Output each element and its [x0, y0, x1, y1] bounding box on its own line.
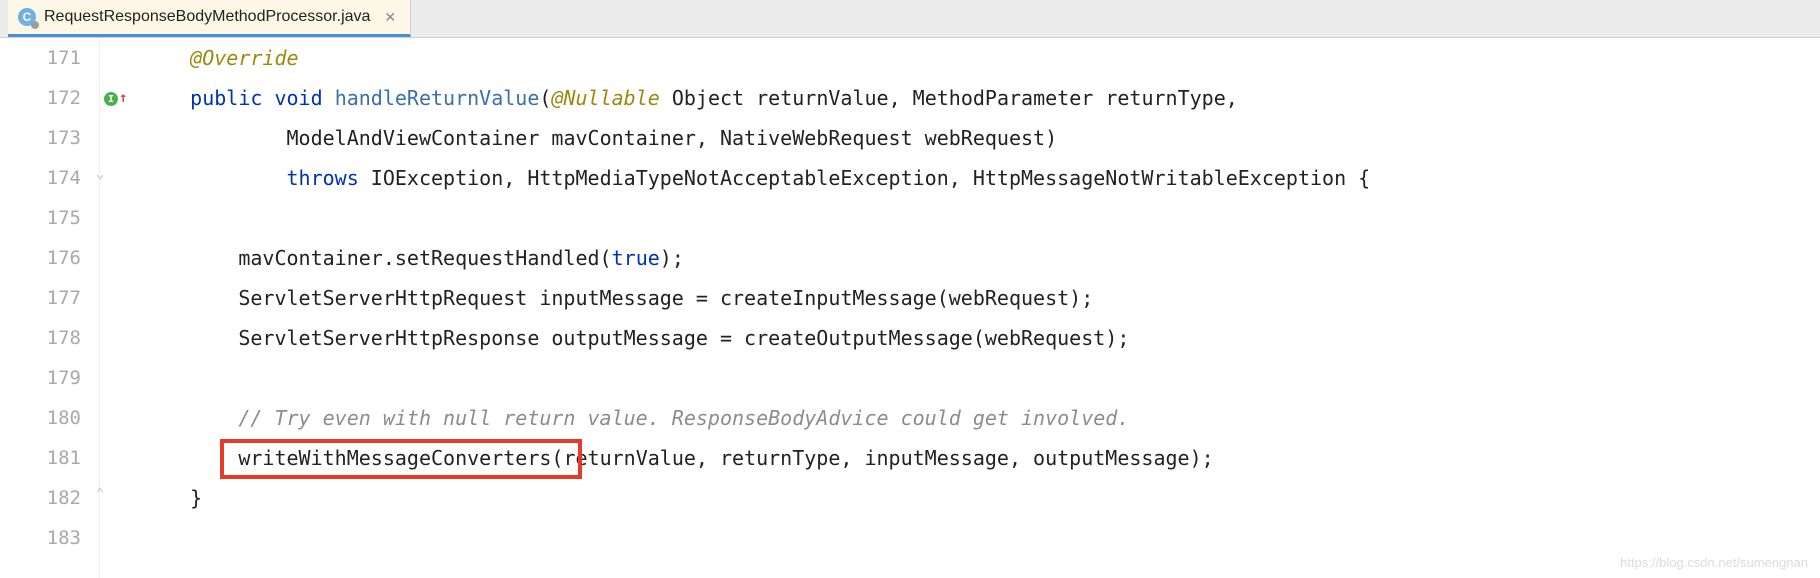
line-number: 183 [0, 518, 81, 558]
line-number: 180 [0, 398, 81, 438]
code-line: mavContainer.setRequestHandled(true); [130, 238, 1820, 278]
gutter-annotations: I ↑ ⌄ ⌃ [100, 38, 130, 578]
line-number: 181 [0, 438, 81, 478]
code-line: // Try even with null return value. Resp… [130, 398, 1820, 438]
code-line [130, 198, 1820, 238]
line-number: 175 [0, 198, 81, 238]
line-number: 177 [0, 278, 81, 318]
code-line: ServletServerHttpRequest inputMessage = … [130, 278, 1820, 318]
code-line: @Override [130, 38, 1820, 78]
code-line: ServletServerHttpResponse outputMessage … [130, 318, 1820, 358]
line-number: 174 [0, 158, 81, 198]
editor-tab[interactable]: C RequestResponseBodyMethodProcessor.jav… [8, 0, 411, 37]
code-line: ModelAndViewContainer mavContainer, Nati… [130, 118, 1820, 158]
watermark-text: https://blog.csdn.net/sumengnan [1620, 555, 1808, 570]
line-number: 173 [0, 118, 81, 158]
code-line [130, 358, 1820, 398]
line-number: 172 [0, 78, 81, 118]
code-line: writeWithMessageConverters(returnValue, … [130, 438, 1820, 478]
line-number: 178 [0, 318, 81, 358]
code-line: } [130, 478, 1820, 518]
close-icon[interactable]: ✕ [384, 9, 396, 26]
line-number: 176 [0, 238, 81, 278]
up-arrow-icon: ↑ [119, 90, 127, 106]
line-number: 182 [0, 478, 81, 518]
java-class-icon: C [18, 8, 36, 26]
line-number: 171 [0, 38, 81, 78]
tab-bar: C RequestResponseBodyMethodProcessor.jav… [0, 0, 1820, 38]
annotation: @Override [190, 46, 298, 70]
fold-end-marker-icon[interactable]: ⌃ [96, 486, 112, 502]
code-line: public void handleReturnValue(@Nullable … [130, 78, 1820, 118]
code-line: throws IOException, HttpMediaTypeNotAcce… [130, 158, 1820, 198]
highlighted-call: writeWithMessageConverters [238, 446, 551, 470]
line-number: 179 [0, 358, 81, 398]
code-area[interactable]: @Override public void handleReturnValue(… [130, 38, 1820, 578]
override-implements-icon[interactable]: I ↑ [104, 92, 118, 106]
line-number-gutter: 171 172 173 174 175 176 177 178 179 180 … [0, 38, 100, 578]
tab-filename: RequestResponseBodyMethodProcessor.java [44, 8, 370, 26]
fold-marker-icon[interactable]: ⌄ [96, 166, 112, 182]
code-editor[interactable]: 171 172 173 174 175 176 177 178 179 180 … [0, 38, 1820, 578]
